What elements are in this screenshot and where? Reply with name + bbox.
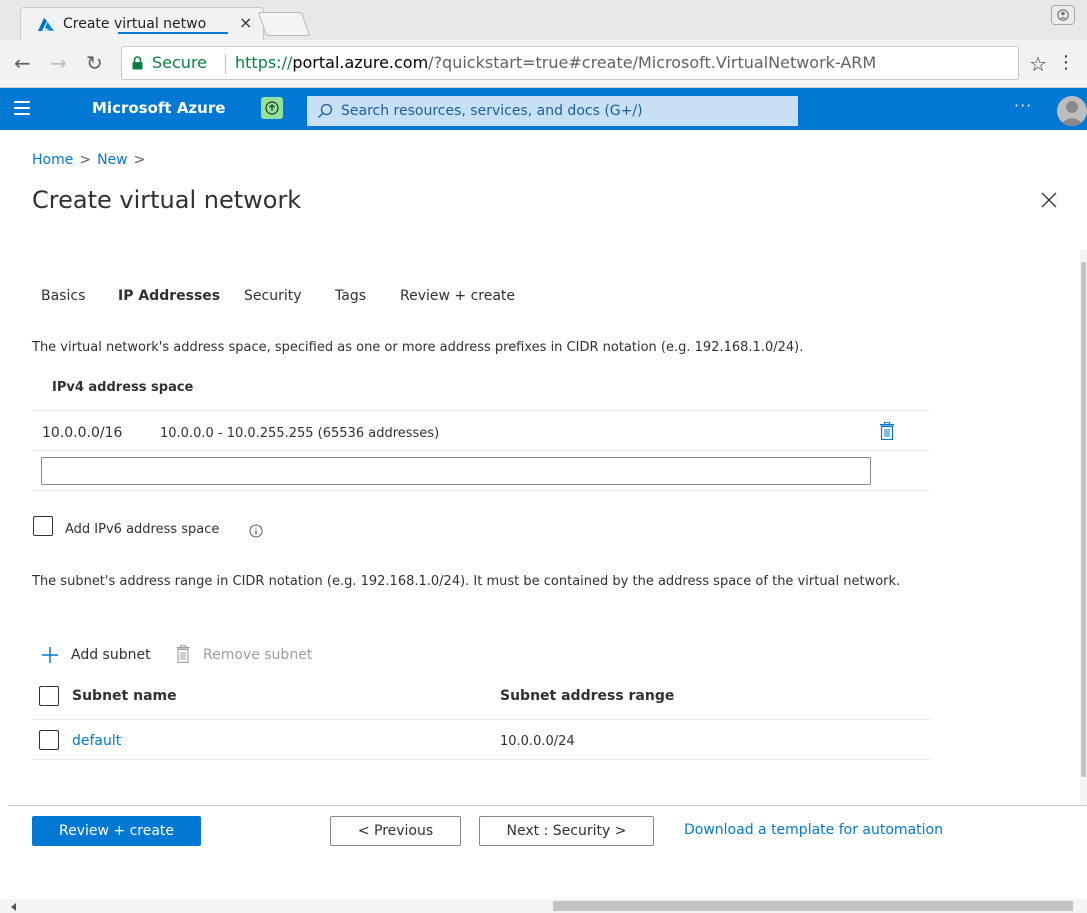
upgrade-button[interactable] <box>261 97 283 119</box>
add-subnet-button[interactable]: Add subnet <box>71 647 151 663</box>
forward-arrow-icon[interactable]: → <box>50 53 67 73</box>
browser-menu-icon[interactable]: ⋮ <box>1057 52 1075 73</box>
address-range: 10.0.0.0 - 10.0.255.255 (65536 addresses… <box>160 426 440 441</box>
new-tab-button[interactable] <box>257 12 311 36</box>
subnet-description: The subnet's address range in CIDR notat… <box>32 574 901 589</box>
divider <box>32 490 930 491</box>
tab-basics[interactable]: Basics <box>41 288 85 304</box>
tab-tags[interactable]: Tags <box>335 288 366 304</box>
url-protocol: https:// <box>235 53 293 72</box>
review-create-button[interactable]: Review + create <box>32 816 201 846</box>
divider <box>32 719 930 720</box>
active-tab-indicator <box>118 32 228 34</box>
page-title: Create virtual network <box>32 186 302 214</box>
azure-logo-icon <box>38 18 54 31</box>
profile-icon <box>1057 9 1069 21</box>
browser-toolbar: ← → ↻ Secure https://portal.azure.com/?q… <box>0 40 1087 88</box>
azure-header: Microsoft Azure Search resources, servic… <box>0 88 1087 130</box>
browser-tab[interactable]: Create virtual netwo × <box>20 7 264 40</box>
avatar[interactable] <box>1057 96 1087 126</box>
address-prefix-input[interactable] <box>41 457 871 485</box>
url-host: portal.azure.com <box>292 53 429 72</box>
divider <box>32 410 930 411</box>
more-icon[interactable]: ··· <box>1014 96 1032 115</box>
browser-tabstrip: Create virtual netwo × <box>0 0 1087 40</box>
breadcrumb-new[interactable]: New <box>97 152 128 168</box>
download-template-link[interactable]: Download a template for automation <box>684 822 943 838</box>
address-bar[interactable]: Secure https://portal.azure.com/?quickst… <box>121 46 1019 80</box>
footer-divider <box>8 805 1087 806</box>
column-header-subnet-range[interactable]: Subnet address range <box>500 688 674 704</box>
close-icon[interactable] <box>1040 191 1058 209</box>
url-text: https://portal.azure.com/?quickstart=tru… <box>235 47 876 79</box>
user-icon <box>1060 101 1084 126</box>
delete-icon[interactable] <box>879 422 895 440</box>
subnet-name-link[interactable]: default <box>72 733 121 749</box>
info-icon[interactable] <box>249 524 263 538</box>
previous-button[interactable]: < Previous <box>330 816 461 846</box>
upgrade-icon <box>265 101 279 115</box>
horizontal-scrollbar-thumb[interactable] <box>553 901 1073 911</box>
subnet-range: 10.0.0.0/24 <box>500 734 575 749</box>
divider <box>32 450 930 451</box>
omnibox-separator <box>225 54 226 74</box>
select-all-checkbox[interactable] <box>39 686 59 706</box>
chevron-right-icon: > <box>79 152 92 168</box>
lock-icon <box>132 56 143 70</box>
url-path: /?quickstart=true#create/Microsoft.Virtu… <box>428 53 877 72</box>
tab-security[interactable]: Security <box>244 288 302 304</box>
vertical-scrollbar-thumb[interactable] <box>1081 262 1086 777</box>
remove-subnet-button: Remove subnet <box>203 647 313 663</box>
trash-icon <box>176 645 190 663</box>
portal-menu-icon[interactable] <box>14 101 30 115</box>
tab-ip-addresses[interactable]: IP Addresses <box>118 288 220 304</box>
breadcrumb: Home > New > <box>32 152 151 168</box>
bookmark-star-icon[interactable]: ☆ <box>1029 52 1047 76</box>
azure-brand[interactable]: Microsoft Azure <box>92 99 225 117</box>
browser-profile-button[interactable] <box>1051 5 1075 25</box>
global-search-box[interactable]: Search resources, services, and docs (G+… <box>307 96 798 126</box>
tab-close-icon[interactable]: × <box>239 13 252 32</box>
chevron-right-icon: > <box>133 152 146 168</box>
search-icon <box>318 103 333 118</box>
breadcrumb-home[interactable]: Home <box>32 152 73 168</box>
next-security-button[interactable]: Next : Security > <box>479 816 654 846</box>
search-placeholder: Search resources, services, and docs (G+… <box>341 103 643 119</box>
address-prefix: 10.0.0.0/16 <box>42 425 123 441</box>
secure-label: Secure <box>152 53 208 72</box>
reload-icon[interactable]: ↻ <box>86 53 103 73</box>
address-space-description: The virtual network's address space, spe… <box>32 340 804 355</box>
divider <box>32 759 930 760</box>
ipv4-header: IPv4 address space <box>52 380 194 395</box>
ipv6-label: Add IPv6 address space <box>65 522 220 537</box>
back-arrow-icon[interactable]: ← <box>14 53 31 73</box>
row-checkbox[interactable] <box>39 730 59 750</box>
scroll-left-arrow-icon[interactable] <box>11 903 16 911</box>
tab-review-create[interactable]: Review + create <box>400 288 515 304</box>
column-header-subnet-name[interactable]: Subnet name <box>72 688 177 704</box>
ipv6-checkbox[interactable] <box>33 516 53 536</box>
plus-icon[interactable] <box>41 646 59 664</box>
browser-tab-title: Create virtual netwo <box>63 16 207 32</box>
